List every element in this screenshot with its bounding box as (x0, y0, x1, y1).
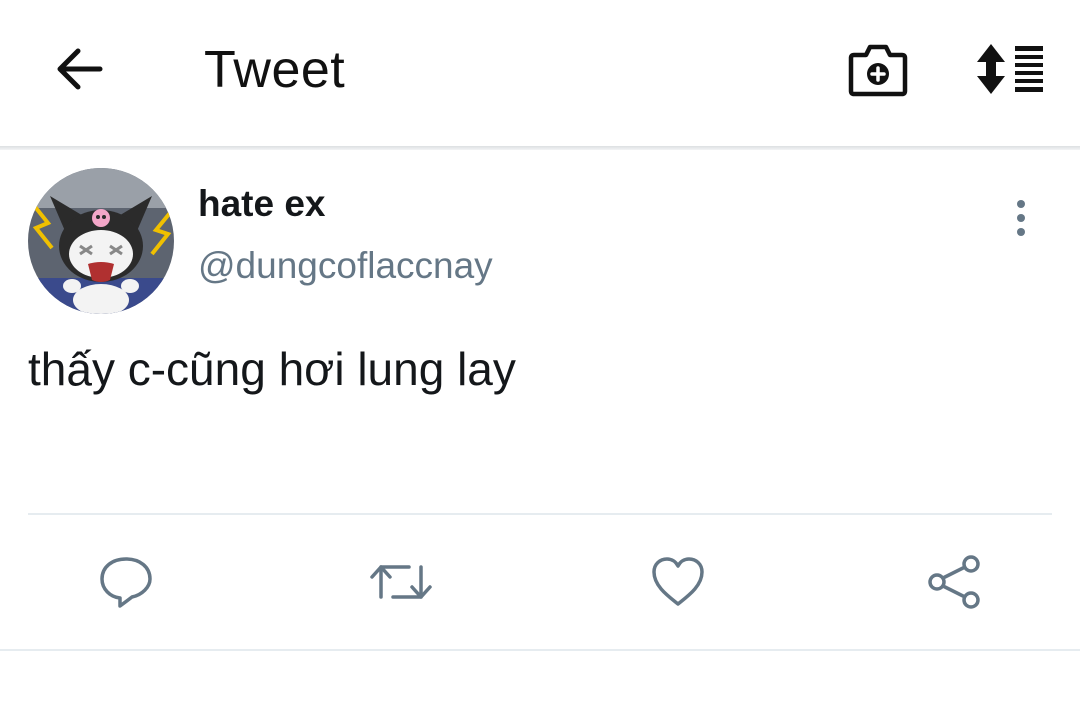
sort-button[interactable] (970, 36, 1054, 102)
divider (28, 513, 1052, 515)
tweet-detail-screen: Tweet hate ex @dungcoflaccnay thấy c-cũn… (0, 0, 1080, 717)
more-options-button[interactable] (1000, 194, 1042, 242)
divider (0, 649, 1080, 651)
avatar[interactable] (28, 168, 174, 314)
like-button[interactable] (646, 550, 710, 614)
retweet-button[interactable] (369, 550, 433, 614)
more-dot-icon (1017, 228, 1025, 236)
reply-button[interactable] (94, 550, 158, 614)
sort-lines-icon (977, 44, 1043, 94)
display-name[interactable]: hate ex (198, 182, 326, 226)
share-icon (928, 555, 980, 609)
more-dot-icon (1017, 214, 1025, 222)
tweet-text: thấy c-cũng hơi lung lay (28, 343, 516, 395)
back-arrow-icon (57, 48, 103, 90)
app-bar-shadow (0, 146, 1080, 150)
back-button[interactable] (44, 36, 114, 102)
avatar-image (28, 168, 174, 314)
camera-plus-icon (848, 44, 908, 97)
share-button[interactable] (922, 550, 986, 614)
reply-icon (100, 557, 152, 608)
page-title: Tweet (204, 41, 346, 99)
app-bar: Tweet (0, 0, 1080, 146)
user-handle[interactable]: @dungcoflaccnay (198, 244, 493, 288)
more-dot-icon (1017, 200, 1025, 208)
heart-icon (652, 557, 704, 606)
retweet-icon (370, 565, 432, 599)
camera-button[interactable] (842, 36, 914, 102)
